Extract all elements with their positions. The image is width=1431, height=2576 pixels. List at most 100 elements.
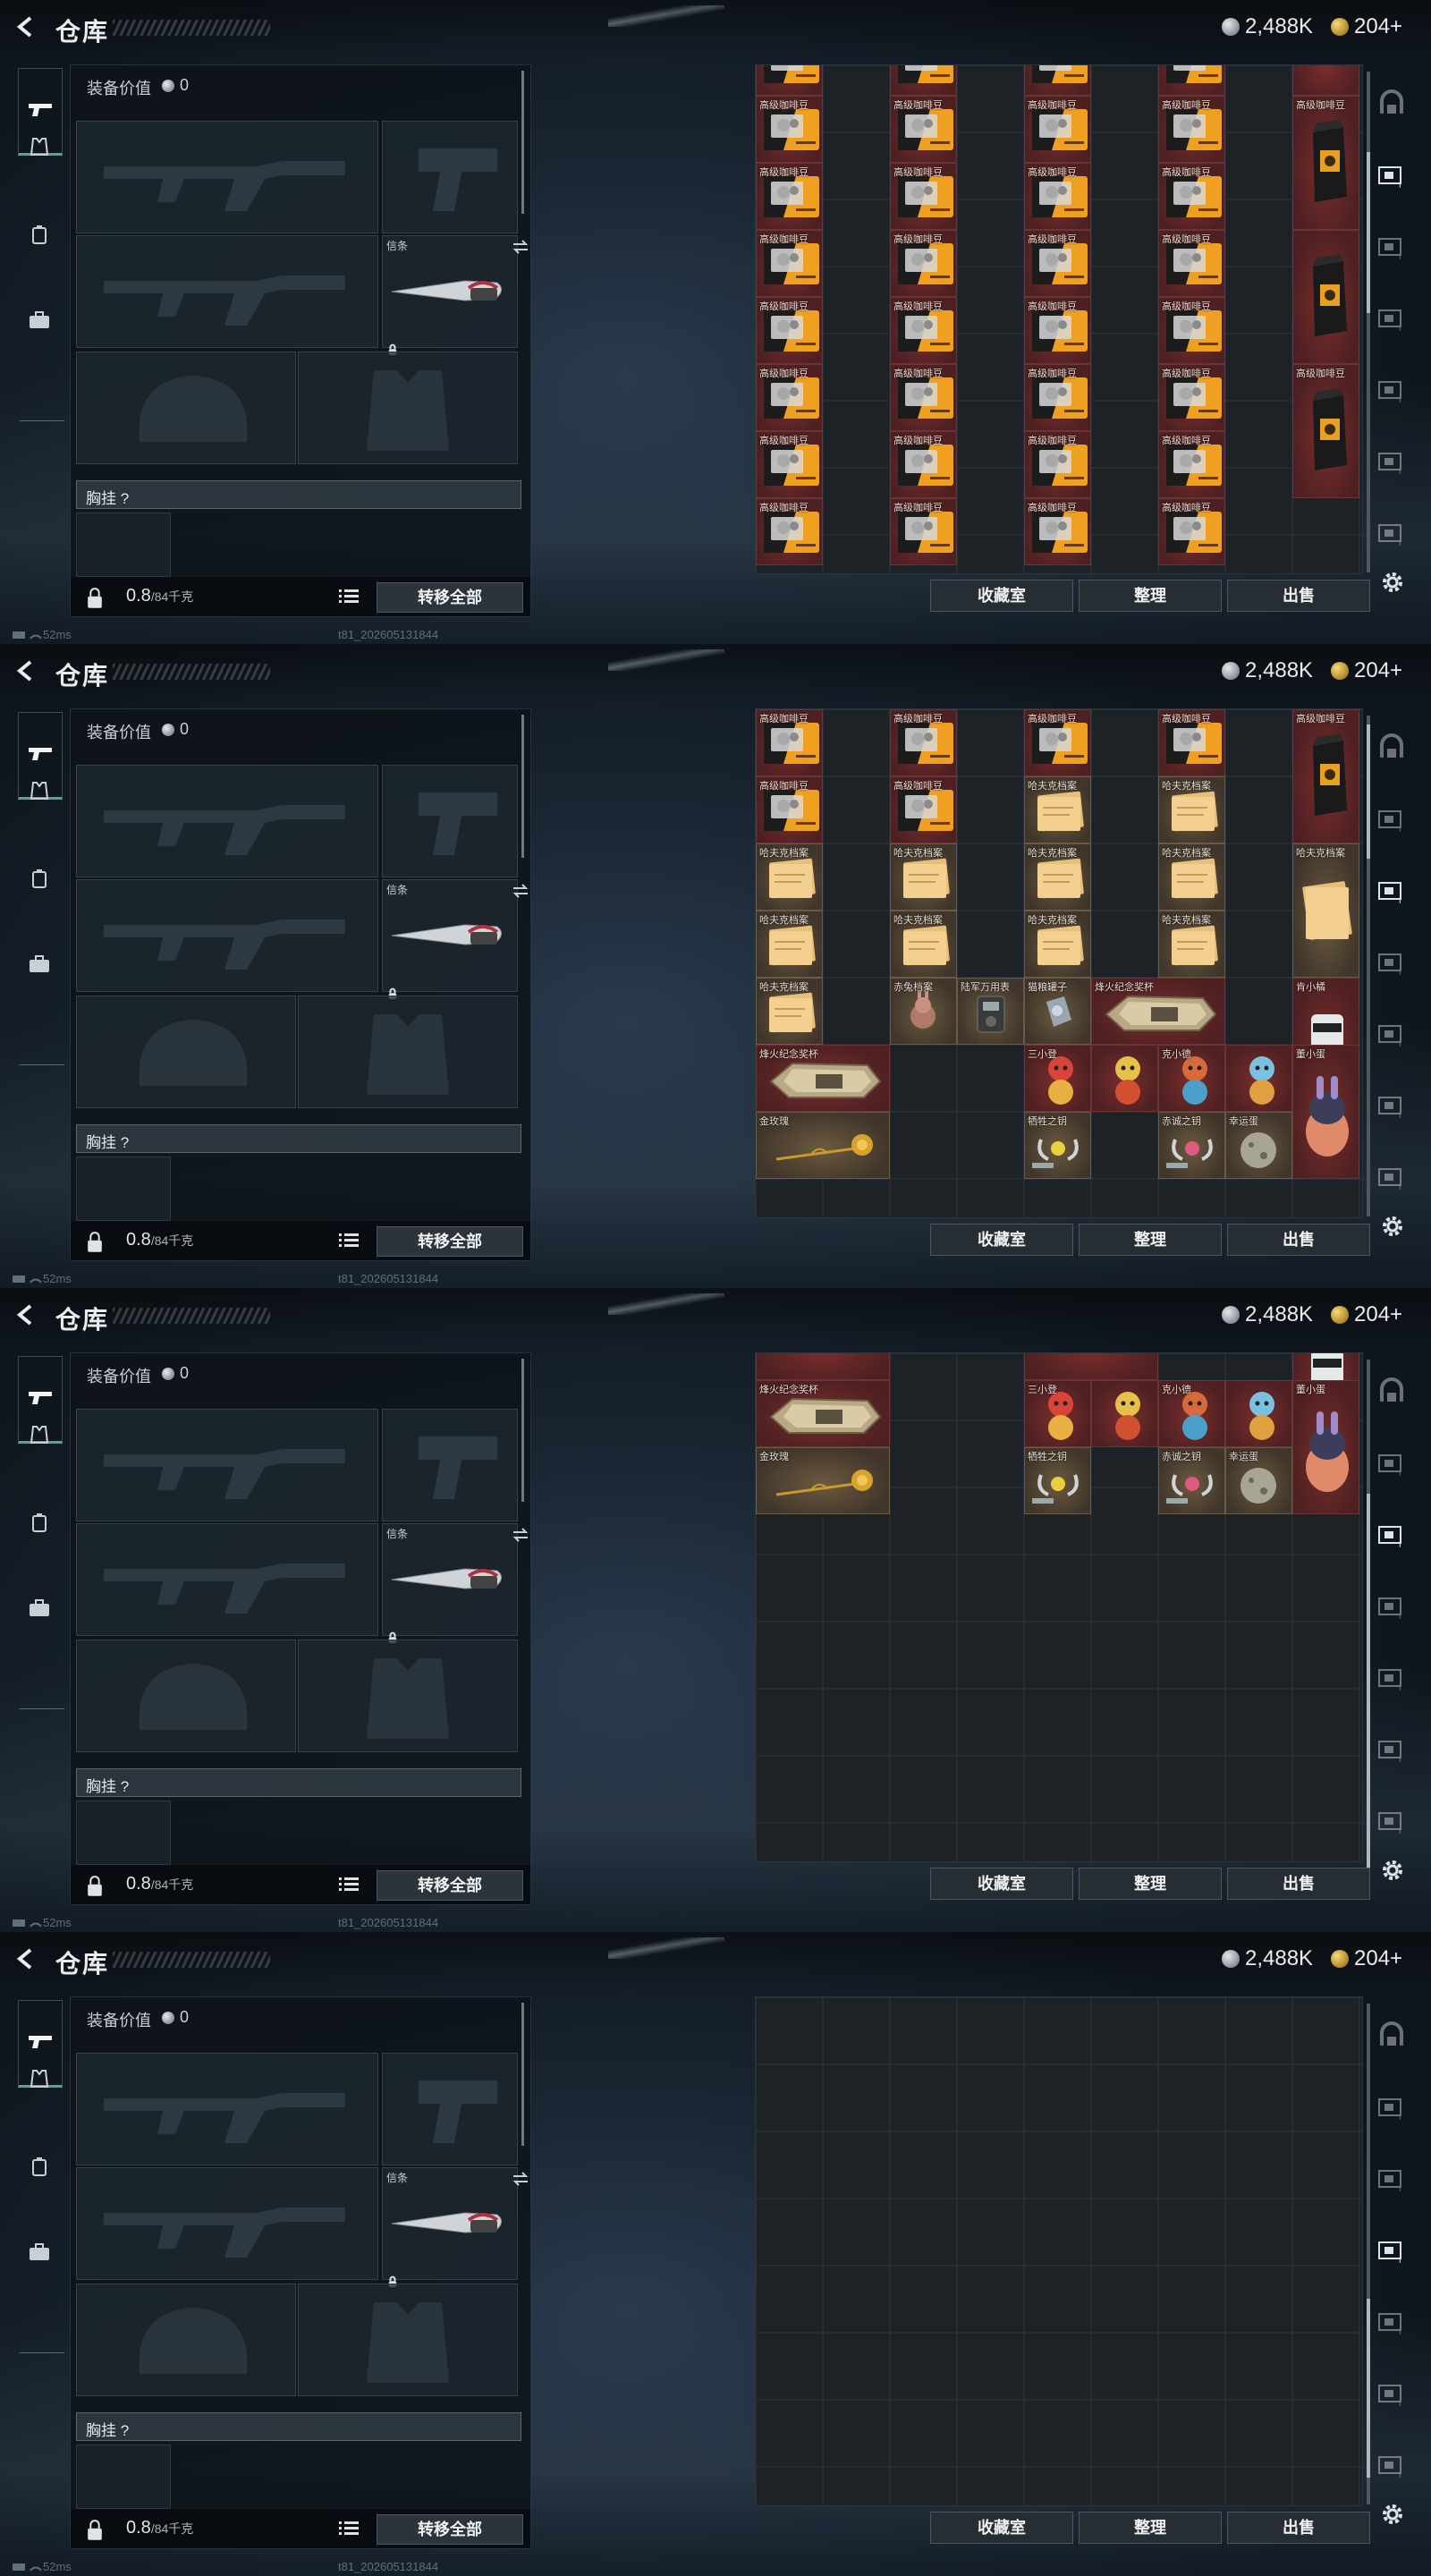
chevron-left-icon[interactable]	[13, 1302, 38, 1327]
armor-slot[interactable]	[298, 1640, 518, 1752]
tab-backpack[interactable]	[20, 1504, 59, 1544]
storage-item[interactable]: 烽火纪念奖杯	[756, 1045, 890, 1112]
tab-storage-page[interactable]: I	[1374, 445, 1410, 481]
tab-vault[interactable]	[1374, 88, 1410, 123]
chest-rig-slot[interactable]: 胸挂 ?	[76, 480, 521, 509]
storage-item[interactable]: 高级咖啡豆	[890, 363, 957, 431]
storage-item[interactable]: 哈夫克档案	[890, 843, 957, 911]
gold-currency[interactable]: 204+	[1331, 14, 1402, 39]
storage-item[interactable]	[1292, 229, 1359, 364]
transfer-all-button[interactable]: 转移全部	[377, 2514, 523, 2545]
armor-slot[interactable]	[298, 996, 518, 1108]
storage-item[interactable]	[1024, 65, 1091, 96]
storage-item[interactable]: 高级咖啡豆	[890, 497, 957, 565]
tab-backpack[interactable]	[20, 2148, 59, 2188]
storage-item[interactable]: 高级咖啡豆	[1158, 709, 1225, 776]
storage-item[interactable]	[756, 1353, 890, 1380]
armor-slot[interactable]	[298, 352, 518, 464]
storage-item[interactable]: 高级咖啡豆	[756, 95, 823, 163]
panel-scrollbar[interactable]	[521, 71, 524, 214]
gold-currency[interactable]: 204+	[1331, 1302, 1402, 1327]
tab-case[interactable]	[20, 1590, 59, 1630]
sell-button[interactable]: 出售	[1227, 2512, 1370, 2544]
sell-button[interactable]: 出售	[1227, 1224, 1370, 1256]
storage-item[interactable]: 哈夫克档案	[1024, 843, 1091, 911]
storage-item[interactable]: 哈夫克档案	[756, 978, 823, 1045]
storage-item[interactable]: 哈夫克档案	[1158, 911, 1225, 978]
storage-scrollbar[interactable]	[1367, 1360, 1370, 1869]
tab-storage-page[interactable]: I	[1374, 2163, 1410, 2199]
scroll-thumb[interactable]	[1367, 2299, 1370, 2478]
storage-item[interactable]: 高级咖啡豆	[890, 296, 957, 364]
storage-item[interactable]	[1225, 1380, 1292, 1447]
storage-item[interactable]: 高级咖啡豆	[1024, 430, 1091, 498]
storage-item[interactable]: 金玫瑰	[756, 1112, 890, 1179]
chest-rig-grid[interactable]	[76, 513, 171, 577]
storage-item[interactable]: 高级咖啡豆	[1158, 430, 1225, 498]
storage-item[interactable]: 克小德	[1158, 1045, 1225, 1112]
pistol-slot[interactable]	[382, 1409, 518, 1521]
tab-storage-page[interactable]: I	[1374, 231, 1410, 267]
secondary-weapon-slot[interactable]	[76, 2167, 378, 2280]
tab-storage-page[interactable]: I	[1374, 1733, 1410, 1769]
tab-storage-page[interactable]: I	[1374, 159, 1410, 195]
scroll-thumb[interactable]	[1367, 152, 1370, 313]
storage-item[interactable]: 哈夫克档案	[1292, 843, 1359, 978]
storage-item[interactable]: 高级咖啡豆	[756, 296, 823, 364]
tab-storage-page[interactable]: I	[1374, 374, 1410, 410]
tab-storage-page[interactable]: I	[1374, 302, 1410, 338]
organize-button[interactable]: 整理	[1079, 1868, 1222, 1900]
organize-button[interactable]: 整理	[1079, 1224, 1222, 1256]
tab-case[interactable]	[20, 302, 59, 342]
storage-item[interactable]: 金玫瑰	[756, 1447, 890, 1514]
chest-rig-grid[interactable]	[76, 1157, 171, 1221]
tab-armor[interactable]	[20, 2061, 59, 2100]
storage-item[interactable]: 高级咖啡豆	[1024, 363, 1091, 431]
tab-storage-page[interactable]: I	[1374, 875, 1410, 911]
transfer-all-button[interactable]: 转移全部	[377, 582, 523, 613]
transfer-all-button[interactable]: 转移全部	[377, 1870, 523, 1901]
storage-item[interactable]	[1225, 1045, 1292, 1112]
chevron-left-icon[interactable]	[13, 14, 38, 39]
storage-item[interactable]	[1091, 1380, 1158, 1447]
storage-item[interactable]: 董小蛋	[1292, 1045, 1359, 1179]
tab-storage-page[interactable]: I	[1374, 1018, 1410, 1054]
storage-item[interactable]: 哈夫克档案	[1158, 776, 1225, 843]
melee-slot[interactable]: 信条	[382, 1523, 529, 1644]
panel-scrollbar[interactable]	[521, 715, 524, 858]
tab-vault[interactable]	[1374, 2020, 1410, 2055]
tab-armor[interactable]	[20, 1417, 59, 1456]
lock-icon[interactable]	[83, 1874, 106, 1902]
chest-rig-slot[interactable]: 胸挂 ?	[76, 2412, 521, 2441]
storage-item[interactable]: 陆军万用表	[957, 978, 1024, 1045]
secondary-weapon-slot[interactable]	[76, 879, 378, 992]
storage-item[interactable]: 高级咖啡豆	[1158, 296, 1225, 364]
storage-grid[interactable]: 高级咖啡豆 高级咖啡豆 高级咖啡豆 高级咖啡豆 高级咖啡豆 高级咖啡豆 高级咖啡豆 哈夫克档案…	[755, 708, 1363, 1218]
storage-item[interactable]: 高级咖啡豆	[756, 497, 823, 565]
list-icon[interactable]	[339, 2520, 359, 2542]
primary-weapon-slot[interactable]	[76, 1409, 378, 1521]
storage-item[interactable]: 高级咖啡豆	[890, 162, 957, 230]
tab-storage-page[interactable]: I	[1374, 1590, 1410, 1626]
tab-storage-page[interactable]: I	[1374, 1161, 1410, 1197]
storage-item[interactable]: 三小登	[1024, 1045, 1091, 1112]
storage-item[interactable]: 高级咖啡豆	[1024, 497, 1091, 565]
storage-item[interactable]: 高级咖啡豆	[1024, 709, 1091, 776]
storage-item[interactable]: 高级咖啡豆	[756, 229, 823, 297]
tab-armor[interactable]	[20, 129, 59, 168]
storage-item[interactable]: 高级咖啡豆	[890, 776, 957, 843]
list-icon[interactable]	[339, 588, 359, 610]
panel-scrollbar[interactable]	[521, 1359, 524, 1502]
tab-storage-page[interactable]: I	[1374, 2306, 1410, 2342]
pistol-slot[interactable]	[382, 765, 518, 877]
storage-item[interactable]: 哈夫克档案	[756, 843, 823, 911]
storage-scrollbar[interactable]	[1367, 72, 1370, 572]
chest-rig-grid[interactable]	[76, 1801, 171, 1865]
tab-storage-page[interactable]: I	[1374, 2234, 1410, 2270]
storage-item[interactable]: 高级咖啡豆	[1024, 296, 1091, 364]
panel-scrollbar[interactable]	[521, 2003, 524, 2146]
storage-item[interactable]: 高级咖啡豆	[756, 363, 823, 431]
storage-item[interactable]: 高级咖啡豆	[1292, 363, 1359, 498]
tab-storage-page[interactable]: I	[1374, 1519, 1410, 1555]
storage-item[interactable]: 高级咖啡豆	[1158, 95, 1225, 163]
